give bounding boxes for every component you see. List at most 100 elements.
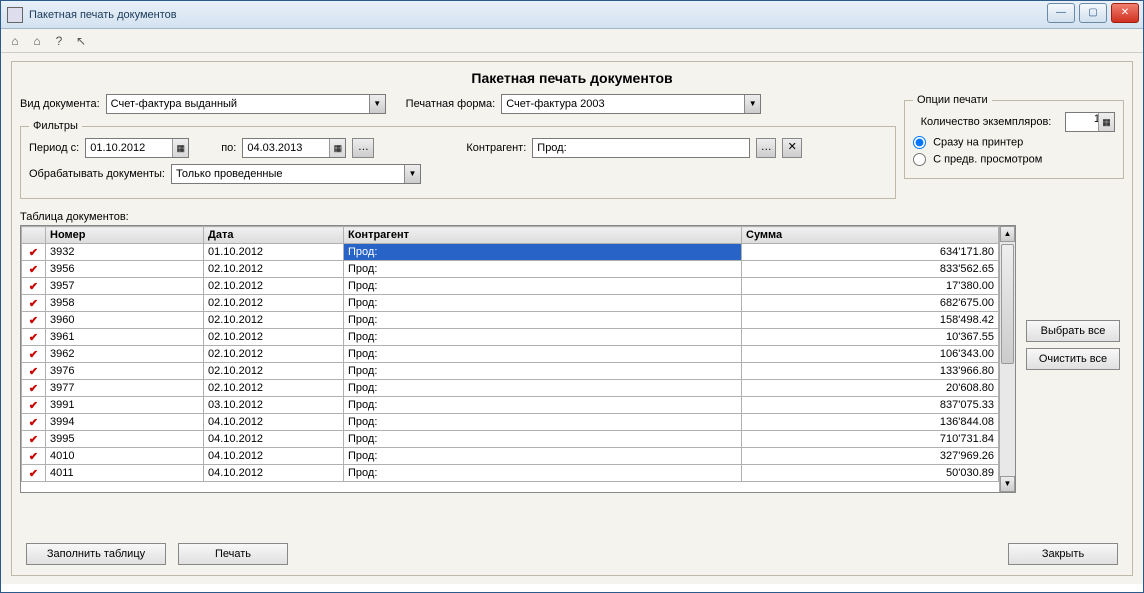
row-check-icon[interactable]: ✔ [22,380,46,397]
process-mode-value: Только проведенные [176,168,283,180]
row-counterparty: Прод: [344,448,742,465]
maximize-button[interactable]: ▢ [1079,3,1107,23]
select-all-button[interactable]: Выбрать все [1026,320,1120,342]
fill-table-button[interactable]: Заполнить таблицу [26,543,166,565]
counterparty-input[interactable]: Прод: [532,138,750,158]
scroll-thumb[interactable] [1001,244,1014,364]
titlebar[interactable]: Пакетная печать документов — ▢ ✕ [1,1,1143,29]
counterparty-value: Прод: [537,142,566,154]
pointer-icon[interactable]: ↖ [73,33,89,49]
row-check-icon[interactable]: ✔ [22,431,46,448]
radio-with-preview[interactable]: С предв. просмотром [913,153,1042,166]
row-number: 3991 [46,397,204,414]
table-row[interactable]: ✔397602.10.2012Прод:133'966.80 [22,363,999,380]
row-sum: 833'562.65 [742,261,999,278]
row-number: 3960 [46,312,204,329]
calendar-icon[interactable]: ▦ [329,139,345,157]
table-row[interactable]: ✔396202.10.2012Прод:106'343.00 [22,346,999,363]
table-row[interactable]: ✔395802.10.2012Прод:682'675.00 [22,295,999,312]
col-date[interactable]: Дата [204,227,344,244]
row-check-icon[interactable]: ✔ [22,363,46,380]
radio-to-printer[interactable]: Сразу на принтер [913,136,1023,149]
row-sum: 837'075.33 [742,397,999,414]
row-sum: 50'030.89 [742,465,999,482]
minimize-button[interactable]: — [1047,3,1075,23]
row-counterparty: Прод: [344,465,742,482]
row-date: 02.10.2012 [204,363,344,380]
date-more-button[interactable]: … [352,138,374,158]
app-window: Пакетная печать документов — ▢ ✕ ⌂ ⌂ ? ↖… [0,0,1144,593]
table-row[interactable]: ✔395602.10.2012Прод:833'562.65 [22,261,999,278]
print-form-dropdown-icon[interactable]: ▼ [744,95,760,113]
date-from-input[interactable]: 01.10.2012 ▦ [85,138,189,158]
print-form-select[interactable]: Счет-фактура 2003 ▼ [501,94,761,114]
scroll-up-icon[interactable]: ▲ [1000,226,1015,242]
table-row[interactable]: ✔396102.10.2012Прод:10'367.55 [22,329,999,346]
table-row[interactable]: ✔397702.10.2012Прод:20'608.80 [22,380,999,397]
tool-icon-1[interactable]: ⌂ [7,33,23,49]
row-date: 03.10.2012 [204,397,344,414]
row-sum: 17'380.00 [742,278,999,295]
doc-type-dropdown-icon[interactable]: ▼ [369,95,385,113]
help-icon[interactable]: ? [51,33,67,49]
row-check-icon[interactable]: ✔ [22,329,46,346]
table-row[interactable]: ✔399103.10.2012Прод:837'075.33 [22,397,999,414]
counterparty-label: Контрагент: [466,142,526,154]
row-date: 04.10.2012 [204,414,344,431]
row-check-icon[interactable]: ✔ [22,414,46,431]
print-button[interactable]: Печать [178,543,288,565]
row-check-icon[interactable]: ✔ [22,244,46,261]
tool-icon-2[interactable]: ⌂ [29,33,45,49]
counterparty-pick-button[interactable]: … [756,138,776,158]
row-number: 3977 [46,380,204,397]
copies-input[interactable]: 1 ▦ [1065,112,1115,132]
row-check-icon[interactable]: ✔ [22,448,46,465]
row-date: 02.10.2012 [204,295,344,312]
row-date: 02.10.2012 [204,312,344,329]
clear-all-button[interactable]: Очистить все [1026,348,1120,370]
table-row[interactable]: ✔401004.10.2012Прод:327'969.26 [22,448,999,465]
row-number: 3957 [46,278,204,295]
scroll-down-icon[interactable]: ▼ [1000,476,1015,492]
table-row[interactable]: ✔399504.10.2012Прод:710'731.84 [22,431,999,448]
row-date: 02.10.2012 [204,278,344,295]
table-row[interactable]: ✔401104.10.2012Прод:50'030.89 [22,465,999,482]
row-check-icon[interactable]: ✔ [22,397,46,414]
row-sum: 106'343.00 [742,346,999,363]
print-form-label: Печатная форма: [406,98,496,110]
process-mode-dropdown-icon[interactable]: ▼ [404,165,420,183]
table-row[interactable]: ✔396002.10.2012Прод:158'498.42 [22,312,999,329]
col-check[interactable] [22,227,46,244]
row-counterparty: Прод: [344,431,742,448]
row-check-icon[interactable]: ✔ [22,278,46,295]
col-sum[interactable]: Сумма [742,227,999,244]
row-number: 3962 [46,346,204,363]
col-counterparty[interactable]: Контрагент [344,227,742,244]
close-button[interactable]: Закрыть [1008,543,1118,565]
row-sum: 327'969.26 [742,448,999,465]
calendar-icon[interactable]: ▦ [172,139,188,157]
row-number: 3958 [46,295,204,312]
date-to-input[interactable]: 04.03.2013 ▦ [242,138,346,158]
documents-table: Номер Дата Контрагент Сумма ✔393201.10.2… [20,225,1016,493]
close-window-button[interactable]: ✕ [1111,3,1139,23]
calc-icon[interactable]: ▦ [1098,113,1114,131]
row-check-icon[interactable]: ✔ [22,295,46,312]
row-sum: 158'498.42 [742,312,999,329]
table-row[interactable]: ✔395702.10.2012Прод:17'380.00 [22,278,999,295]
row-number: 3994 [46,414,204,431]
row-date: 02.10.2012 [204,346,344,363]
row-counterparty: Прод: [344,312,742,329]
row-check-icon[interactable]: ✔ [22,346,46,363]
counterparty-clear-button[interactable]: ✕ [782,138,802,158]
row-check-icon[interactable]: ✔ [22,465,46,482]
process-mode-select[interactable]: Только проведенные ▼ [171,164,421,184]
table-label: Таблица документов: [20,211,1124,223]
row-check-icon[interactable]: ✔ [22,312,46,329]
table-row[interactable]: ✔399404.10.2012Прод:136'844.08 [22,414,999,431]
table-row[interactable]: ✔393201.10.2012Прод:634'171.80 [22,244,999,261]
doc-type-select[interactable]: Счет-фактура выданный ▼ [106,94,386,114]
scrollbar[interactable]: ▲ ▼ [999,226,1015,492]
col-number[interactable]: Номер [46,227,204,244]
row-check-icon[interactable]: ✔ [22,261,46,278]
